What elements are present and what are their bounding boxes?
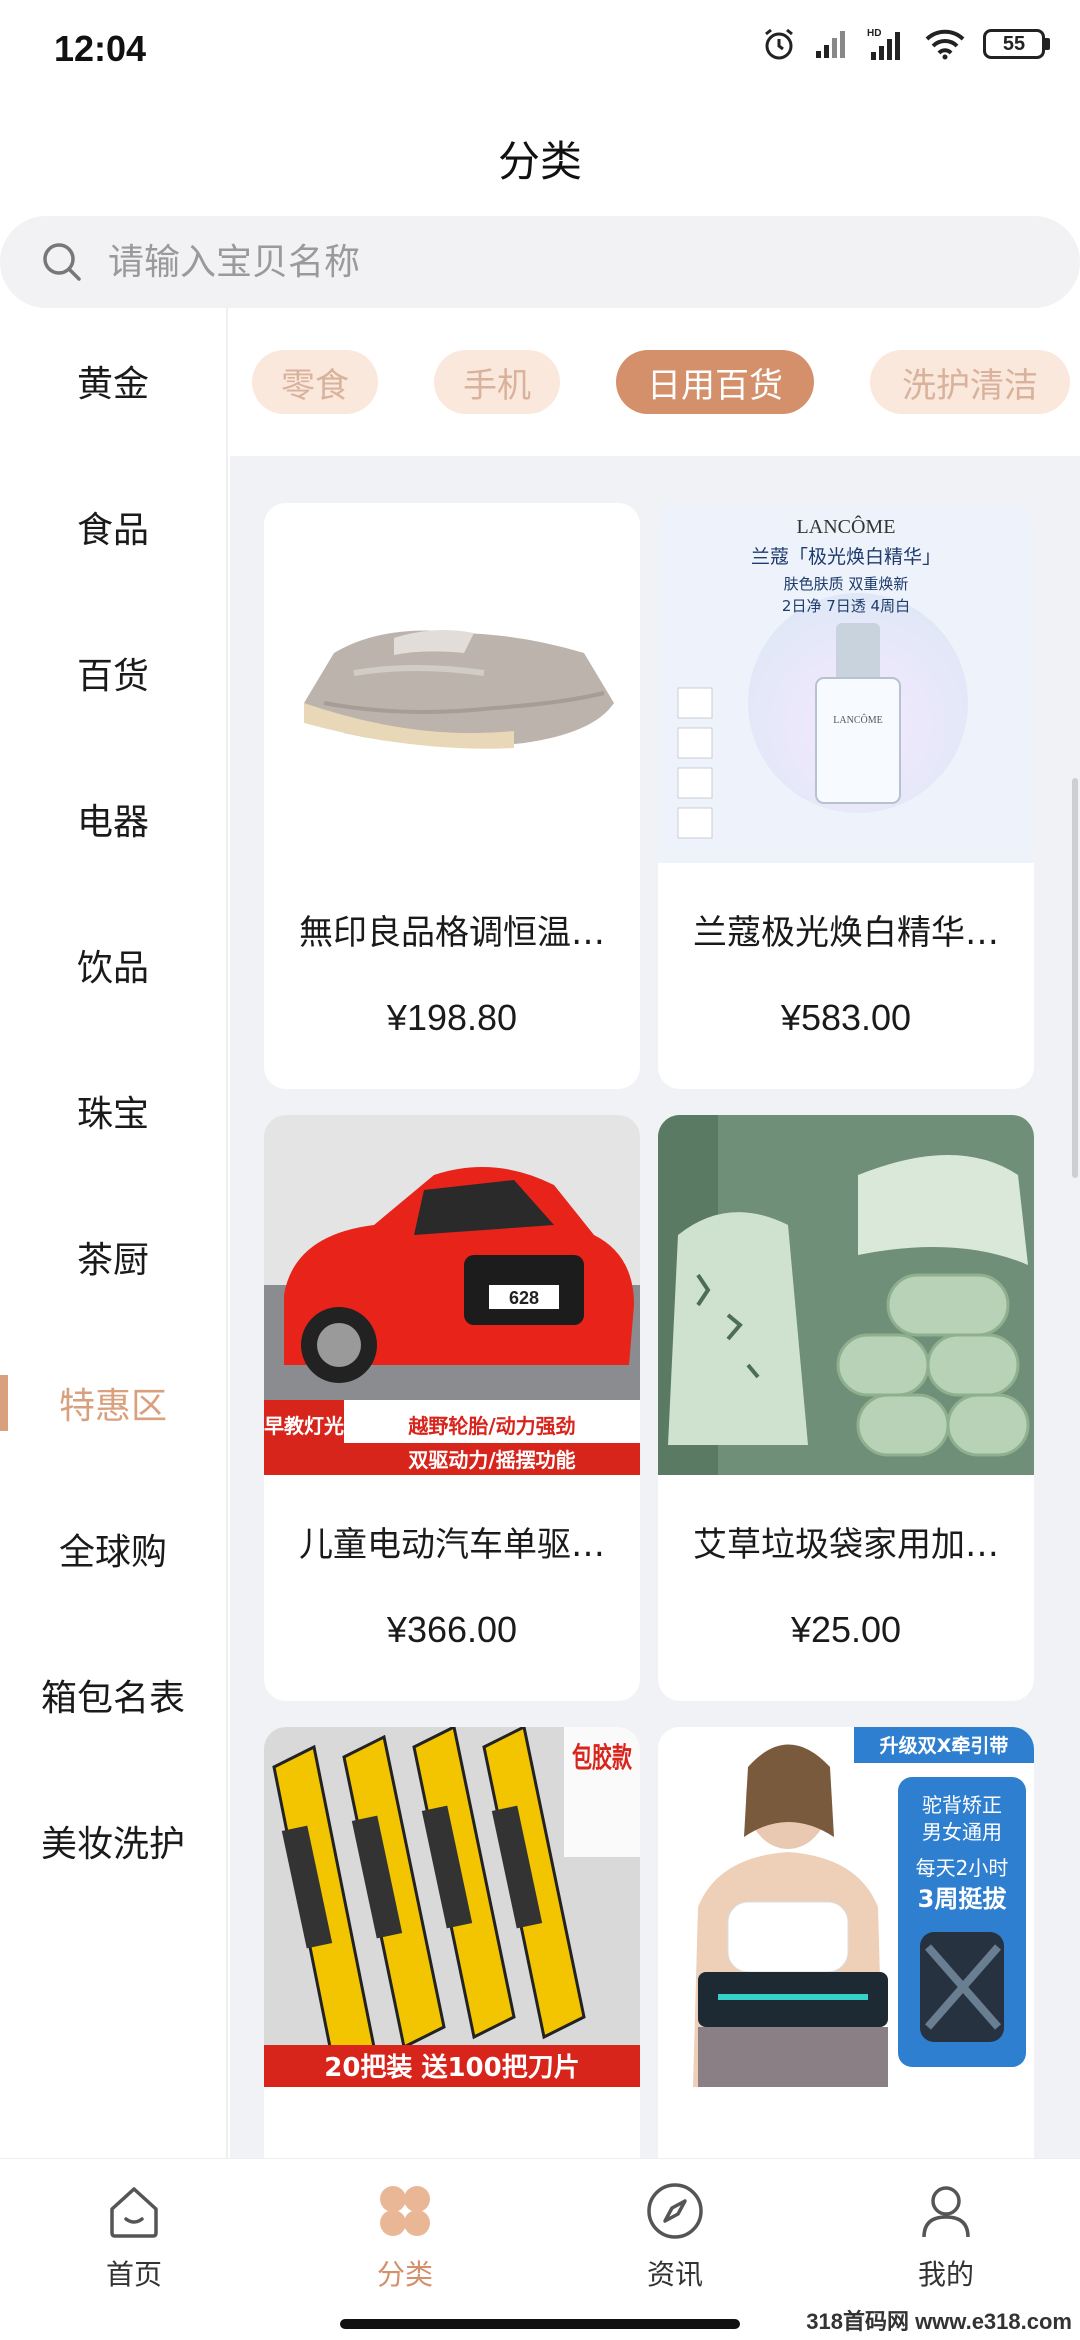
brace-line-4: 3周挺拔 (918, 1885, 1008, 1913)
product-image: 包胶款 20把装 送100把刀片 (264, 1727, 640, 2087)
product-title: 兰蔻极光焕白精华… (693, 913, 999, 953)
sidebar-item-label: 美妆洗护 (40, 1824, 185, 1865)
product-card[interactable]: 艾草垃圾袋家用加… ¥25.00 (658, 1115, 1034, 1701)
tab-daily-goods[interactable]: 日用百货 (616, 350, 814, 414)
page-title: 分类 (497, 137, 582, 186)
search-input[interactable] (108, 241, 908, 283)
sidebar-item-jewelry[interactable]: 珠宝 (0, 1038, 226, 1184)
tab-label: 日用百货 (647, 365, 783, 406)
brace-line-3: 每天2小时 (916, 1856, 1009, 1880)
sidebar-item-special-offers[interactable]: 特惠区 (0, 1330, 226, 1476)
product-title: 艾草垃圾袋家用加… (693, 1525, 999, 1565)
sidebar-item-label: 食品 (76, 510, 149, 551)
sidebar-item-label: 饮品 (76, 948, 149, 989)
sidebar-item-label: 百货 (76, 656, 149, 697)
signal-hd-icon: HD (867, 28, 900, 60)
sidebar-item-label: 特惠区 (58, 1386, 167, 1427)
compass-icon (647, 2183, 703, 2239)
knife-bottom-banner: 20把装 送100把刀片 (324, 2053, 580, 2083)
brace-line-1: 驼背矫正 (922, 1793, 1002, 1817)
serum-subline: 肤色肤质 双重焕新 (784, 575, 909, 593)
sidebar-item-label: 箱包名表 (40, 1678, 185, 1719)
sidebar-item-label: 珠宝 (76, 1094, 149, 1135)
category-icon (380, 2186, 430, 2236)
status-time: 12:04 (54, 28, 147, 69)
sidebar-item-label: 电器 (76, 802, 149, 843)
brace-top: 升级双X牵引带 (880, 1734, 1009, 1757)
nav-home[interactable]: 首页 (34, 2181, 234, 2293)
signal-icon (816, 31, 845, 58)
sidebar-item-beauty-care[interactable]: 美妆洗护 (0, 1768, 226, 1914)
serum-brand: LANCÔME (797, 514, 896, 538)
car-banner-2: 双驱动力/摇摆功能 (408, 1448, 575, 1472)
nav-label: 首页 (105, 2258, 162, 2291)
serum-headline: 兰蔻「极光焕白精华」 (751, 546, 941, 568)
battery-icon: 55 (983, 29, 1050, 59)
home-icon (110, 2187, 158, 2238)
product-card[interactable]: 628 早教灯光 越野轮胎/动力强劲 双驱动力/摇摆功能 儿童电动汽车单驱… ¥… (264, 1115, 640, 1701)
sidebar-item-gold[interactable]: 黄金 (0, 308, 226, 454)
tab-label: 洗护清洁 (902, 365, 1038, 406)
tab-snacks[interactable]: 零食 (252, 350, 378, 414)
home-indicator[interactable] (340, 2319, 740, 2329)
product-card[interactable]: 包胶款 20把装 送100把刀片 (264, 1727, 640, 2158)
product-image (264, 503, 640, 863)
sidebar-item-appliances[interactable]: 电器 (0, 746, 226, 892)
sidebar-item-label: 全球购 (58, 1532, 167, 1573)
alarm-icon (765, 28, 793, 60)
sidebar-item-general-goods[interactable]: 百货 (0, 600, 226, 746)
sidebar-item-label: 茶厨 (76, 1240, 149, 1281)
nav-label: 资讯 (646, 2258, 703, 2291)
serum-claims: 2日净 7日透 4周白 (782, 597, 910, 615)
subcategory-tabs: 零食 手机 日用百货 洗护清洁 (230, 308, 1080, 456)
bottom-nav: 首页 分类 资讯 我的 318首码网 www.e318.com (0, 2158, 1080, 2340)
tab-cleaning[interactable]: 洗护清洁 (870, 350, 1070, 414)
battery-level: 55 (983, 29, 1045, 59)
tab-label: 零食 (281, 365, 349, 406)
nav-news[interactable]: 资讯 (575, 2181, 775, 2293)
car-plate: 628 (509, 1288, 539, 1308)
nav-label: 我的 (917, 2258, 974, 2291)
nav-category[interactable]: 分类 (305, 2181, 505, 2293)
search-bar[interactable] (0, 216, 1080, 308)
sidebar-item-label: 黄金 (76, 364, 149, 405)
product-price: ¥583.00 (780, 997, 912, 1038)
brace-line-2: 男女通用 (922, 1820, 1002, 1844)
product-panel: 零食 手机 日用百货 洗护清洁 無印良品格调恒温… ¥198.80 LANCÔM… (230, 308, 1080, 2158)
product-card[interactable]: 無印良品格调恒温… ¥198.80 (264, 503, 640, 1089)
wifi-icon (925, 29, 965, 60)
scrollbar[interactable] (1072, 778, 1078, 1178)
watermark: 318首码网 www.e318.com (806, 2309, 1072, 2334)
product-image: LANCÔME 兰蔻「极光焕白精华」 肤色肤质 双重焕新 2日净 7日透 4周白… (658, 503, 1034, 863)
sidebar-item-food[interactable]: 食品 (0, 454, 226, 600)
profile-icon (922, 2186, 970, 2238)
category-sidebar: 黄金 食品 百货 电器 饮品 珠宝 茶厨 特惠区 全球购 箱包名表 美妆洗护 (0, 308, 228, 2158)
sidebar-item-global[interactable]: 全球购 (0, 1476, 226, 1622)
knife-tag: 包胶款 (572, 1741, 633, 1774)
product-image (658, 1115, 1034, 1475)
serum-bottle-brand: LANCÔME (833, 714, 882, 726)
status-bar: 12:04 HD 55 (0, 0, 1080, 100)
status-icons: HD 55 (761, 26, 1050, 62)
product-card[interactable]: LANCÔME 兰蔻「极光焕白精华」 肤色肤质 双重焕新 2日净 7日透 4周白… (658, 503, 1034, 1089)
nav-label: 分类 (376, 2258, 433, 2291)
product-image: 升级双X牵引带 驼背矫正 男女通用 每天2小时 3周挺拔 (658, 1727, 1034, 2087)
product-title: 無印良品格调恒温… (299, 913, 605, 953)
product-title: 儿童电动汽车单驱… (299, 1525, 605, 1565)
search-icon (43, 243, 81, 281)
nav-profile[interactable]: 我的 (846, 2181, 1046, 2293)
svg-text:HD: HD (867, 28, 881, 39)
car-banner-left: 早教灯光 (264, 1414, 344, 1438)
product-price: ¥198.80 (386, 997, 518, 1038)
car-banner-1: 越野轮胎/动力强劲 (407, 1414, 575, 1438)
product-card[interactable]: 升级双X牵引带 驼背矫正 男女通用 每天2小时 3周挺拔 (658, 1727, 1034, 2158)
sidebar-item-bags-watches[interactable]: 箱包名表 (0, 1622, 226, 1768)
product-price: ¥25.00 (790, 1609, 902, 1650)
tab-label: 手机 (463, 365, 531, 406)
product-image: 628 早教灯光 越野轮胎/动力强劲 双驱动力/摇摆功能 (264, 1115, 640, 1475)
product-price: ¥366.00 (386, 1609, 518, 1650)
sidebar-item-drinks[interactable]: 饮品 (0, 892, 226, 1038)
sidebar-item-tea-kitchen[interactable]: 茶厨 (0, 1184, 226, 1330)
tab-phones[interactable]: 手机 (434, 350, 560, 414)
